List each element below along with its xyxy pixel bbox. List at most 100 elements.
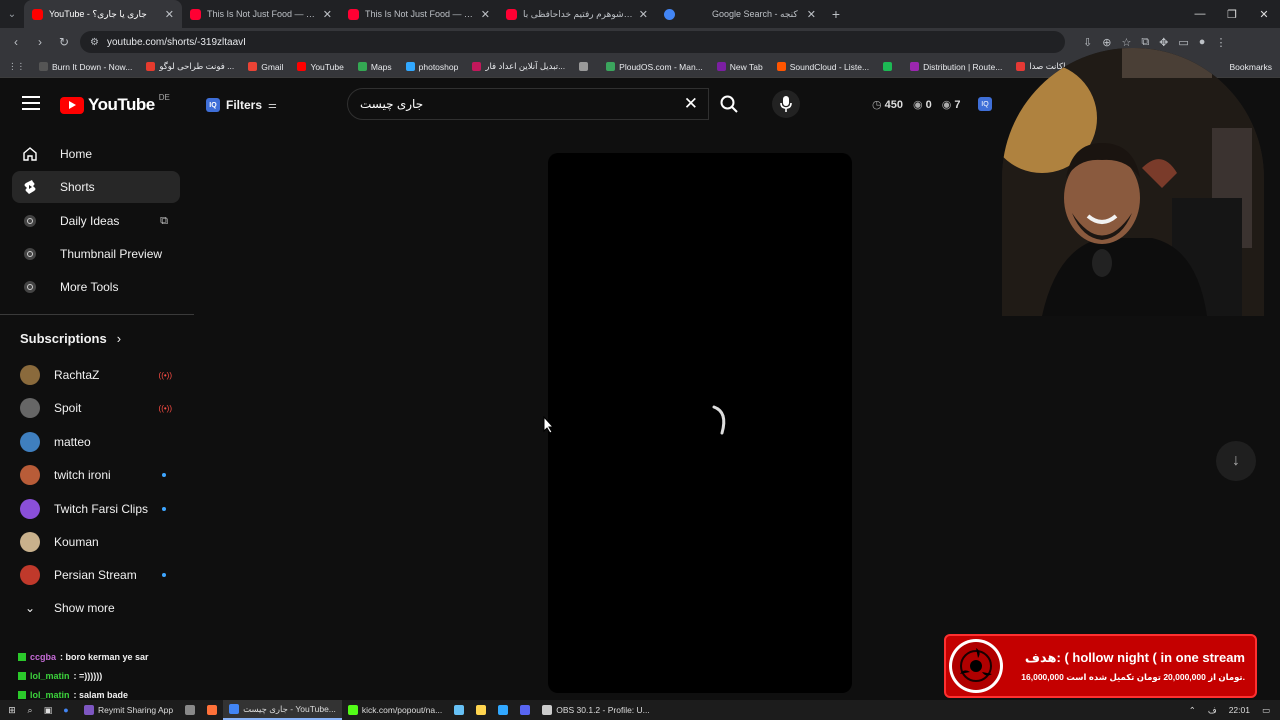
subscription-item[interactable]: Kouman — [20, 527, 180, 557]
sidebar-item-more-tools[interactable]: More Tools — [12, 271, 180, 303]
minimize-icon[interactable]: — — [1184, 0, 1216, 28]
tab-close-icon[interactable]: ✕ — [165, 8, 174, 21]
tab-youtube-active[interactable]: YouTube - جاری یا جاری؟ ✕ — [24, 0, 182, 28]
taskbar-app[interactable]: Reymit Sharing App — [78, 700, 179, 720]
taskbar-app[interactable] — [492, 700, 514, 720]
tab-6[interactable]: Google Search - کنجه ✕ — [704, 0, 824, 28]
bookmark-item[interactable]: SoundCloud - Liste... — [776, 61, 870, 72]
bookmark-favicon-icon — [248, 62, 258, 71]
tab-search-icon[interactable]: ⌄ — [0, 0, 24, 28]
bookmark-item[interactable]: Gmail — [248, 62, 283, 72]
bookmark-favicon-icon — [357, 62, 367, 71]
url-bar[interactable]: ⚙ youtube.com/shorts/-319zltaavI — [80, 31, 1065, 53]
search-button[interactable] — [709, 88, 749, 120]
taskbar-app[interactable]: kick.com/popout/na... — [342, 700, 448, 720]
new-tab-icon[interactable]: + — [824, 6, 848, 22]
taskbar-app[interactable]: جاری چیست - YouTube... — [223, 700, 342, 720]
bookmark-item[interactable]: Burn It Down - Now... — [39, 62, 132, 72]
subscription-item[interactable]: matteo — [20, 427, 180, 457]
chevron-down-icon: ⌄ — [24, 601, 36, 615]
subscription-item[interactable]: Spoit ((•)) — [20, 393, 180, 423]
tab-close-icon[interactable]: ✕ — [639, 8, 648, 21]
language-indicator[interactable]: ف — [1208, 705, 1217, 716]
youtube-logo[interactable]: YouTube DE — [60, 93, 170, 115]
sidebar-item-thumbnail-preview[interactable]: Thumbnail Preview — [12, 238, 180, 270]
vidiq-extension-icon[interactable]: IQ — [978, 97, 992, 111]
bookmark-item[interactable]: PloudOS.com - Man... — [606, 62, 703, 72]
bookmark-item[interactable] — [579, 62, 592, 71]
channel-name: RachtaZ — [54, 368, 100, 382]
taskbar-app[interactable] — [514, 700, 536, 720]
zoom-icon[interactable]: ⊕ — [1102, 36, 1111, 49]
search-icon[interactable]: ⌕ — [24, 704, 36, 716]
bookmark-item[interactable]: YouTube — [297, 62, 344, 72]
tab-close-icon[interactable]: ✕ — [323, 8, 332, 21]
tab-3[interactable]: This Is Not Just Food — This Is ✕ — [340, 0, 498, 28]
clock[interactable]: 22:01 — [1229, 705, 1250, 715]
show-more-button[interactable]: ⌄ Show more — [20, 593, 180, 623]
all-bookmarks-button[interactable]: Bookmarks — [1229, 62, 1280, 72]
subscription-item[interactable]: RachtaZ ((•)) — [20, 360, 180, 390]
tab-close-icon[interactable]: ✕ — [481, 8, 490, 21]
puzzle-icon[interactable]: ✥ — [1159, 36, 1168, 49]
show-more-label: Show more — [54, 601, 115, 615]
windows-start-icon[interactable]: ⊞ — [6, 704, 18, 716]
taskbar-app[interactable] — [448, 700, 470, 720]
bookmark-label: SoundCloud - Liste... — [789, 61, 870, 72]
tab-2[interactable]: This Is Not Just Food — This Is ✕ — [182, 0, 340, 28]
tab-4[interactable]: با مادرشوهرم رفتیم خداحافظی با ✕ — [498, 0, 656, 28]
bookmark-item[interactable]: New Tab — [716, 62, 763, 72]
app-icon — [498, 705, 509, 715]
sidepanel-icon[interactable]: ▭ — [1178, 36, 1188, 49]
bookmark-item[interactable]: تبدیل آنلاین اعداد فار... — [472, 61, 565, 72]
close-window-icon[interactable]: ✕ — [1248, 0, 1280, 28]
taskbar-app[interactable] — [470, 700, 492, 720]
bookmark-item[interactable]: Distribution | Route... — [910, 62, 1002, 72]
voice-search-button[interactable] — [772, 90, 800, 118]
notification-icon[interactable]: ▭ — [1262, 705, 1270, 716]
reload-icon[interactable]: ↻ — [56, 35, 72, 49]
maximize-icon[interactable]: ❐ — [1216, 0, 1248, 28]
hamburger-menu-icon[interactable] — [22, 96, 40, 110]
youtube-favicon-icon — [506, 8, 517, 20]
bookmark-item[interactable]: فونت طراحی لوگو ... — [146, 61, 234, 72]
sidebar-item-home[interactable]: Home — [12, 138, 180, 170]
apps-grid-icon[interactable]: ⋮⋮ — [8, 61, 25, 72]
bookmark-favicon-icon — [776, 62, 786, 71]
forward-icon[interactable]: › — [32, 35, 48, 49]
youtube-favicon-icon — [32, 8, 43, 20]
subscription-item[interactable]: Persian Stream — [20, 560, 180, 590]
task-view-icon[interactable]: ▣ — [42, 704, 54, 716]
subscriptions-header[interactable]: Subscriptions › — [20, 331, 121, 346]
tab-close-icon[interactable]: ✕ — [807, 8, 816, 21]
taskbar-app[interactable] — [201, 700, 223, 720]
bookmark-item[interactable]: Maps — [357, 62, 392, 72]
bookmark-item[interactable] — [883, 62, 896, 71]
site-info-icon[interactable]: ⚙ — [90, 37, 99, 48]
search-input[interactable]: جاری چیست ✕ — [347, 88, 709, 120]
taskbar-app[interactable]: OBS 30.1.2 - Profile: U... — [536, 700, 656, 720]
sidebar-item-daily-ideas[interactable]: Daily Ideas ⧉ — [12, 205, 180, 237]
subscription-item[interactable]: twitch ironi — [20, 460, 180, 490]
tab-title: This Is Not Just Food — This Is — [365, 9, 475, 19]
sidebar-item-shorts[interactable]: Shorts — [12, 171, 180, 203]
chrome-icon[interactable]: ● — [60, 704, 72, 716]
taskbar-app[interactable] — [179, 700, 201, 720]
subscription-item[interactable]: Twitch Farsi Clips — [20, 494, 180, 524]
sidebar: Home Shorts Daily Ideas ⧉ Thumbnail Prev… — [0, 134, 194, 644]
more-icon[interactable]: ⋮ — [1215, 36, 1226, 49]
clear-search-icon[interactable]: ✕ — [684, 94, 698, 114]
chevron-up-icon[interactable]: ⌃ — [1189, 705, 1196, 716]
next-short-button[interactable]: ↓ — [1216, 441, 1256, 481]
bookmark-item[interactable]: photoshop — [405, 62, 458, 72]
extension-icon[interactable]: ⧉ — [1141, 36, 1149, 49]
back-icon[interactable]: ‹ — [8, 35, 24, 49]
goal-title: هدف: ( hollow night ( in one stream — [1024, 649, 1245, 665]
shorts-player[interactable] — [548, 153, 852, 693]
install-icon[interactable]: ⇩ — [1083, 36, 1092, 49]
url-text: youtube.com/shorts/-319zltaavI — [106, 36, 246, 48]
filters-button[interactable]: IQ Filters ⚌ — [196, 91, 287, 119]
tab-5[interactable] — [656, 0, 704, 28]
profile-icon[interactable]: ● — [1199, 36, 1206, 49]
star-icon[interactable]: ☆ — [1121, 36, 1131, 49]
